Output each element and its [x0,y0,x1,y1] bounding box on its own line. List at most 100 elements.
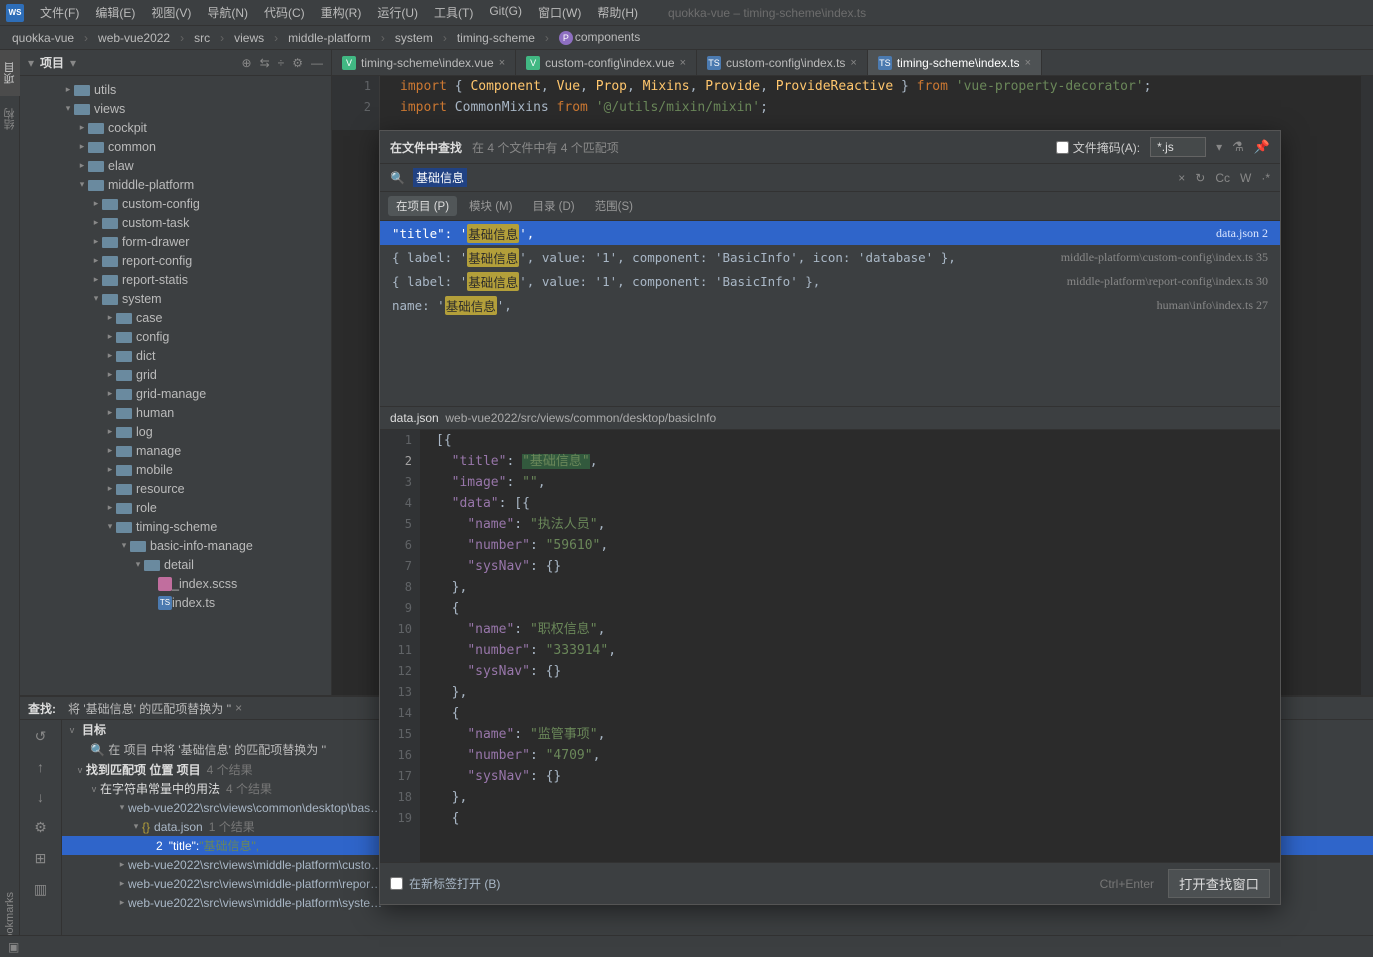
tree-node[interactable]: ▸cockpit [20,118,331,137]
scope-button[interactable]: 模块 (M) [461,196,520,216]
chevron-icon[interactable]: ▸ [62,84,74,95]
sidebar-tool-icon[interactable]: ⇆ [260,56,270,70]
find-tool-icon[interactable]: ⚙ [34,819,47,836]
file-mask-checkbox[interactable]: 文件掩码(A): [1056,139,1140,156]
close-icon[interactable]: × [1025,57,1031,69]
chevron-icon[interactable]: ▸ [90,198,102,209]
editor-content[interactable]: import { Component, Vue, Prop, Mixins, P… [380,76,1151,130]
chevron-icon[interactable]: ▸ [76,141,88,152]
breadcrumb-item[interactable]: timing-scheme [453,31,539,45]
tree-node[interactable]: ▾system [20,289,331,308]
tree-node[interactable]: ▸case [20,308,331,327]
tree-node[interactable]: ▸elaw [20,156,331,175]
chevron-icon[interactable]: ▸ [104,388,116,399]
tree-node[interactable]: ▸manage [20,441,331,460]
editor-tab[interactable]: TStiming-scheme\index.ts× [868,50,1042,75]
tree-node[interactable]: ▸report-statis [20,270,331,289]
menu-item[interactable]: 工具(T) [426,2,481,23]
chevron-icon[interactable]: ▾ [132,559,144,570]
breadcrumb-item[interactable]: views [230,31,268,45]
breadcrumb-item[interactable]: system [391,31,437,45]
scope-button[interactable]: 目录 (D) [524,196,582,216]
chevron-icon[interactable]: ▸ [104,502,116,513]
chevron-icon[interactable]: ▸ [90,255,102,266]
tree-node[interactable]: ▸custom-config [20,194,331,213]
find-tool-icon[interactable]: ↑ [37,759,44,775]
chevron-icon[interactable]: ▸ [90,274,102,285]
menu-item[interactable]: 导航(N) [199,2,256,23]
chevron-icon[interactable]: ▸ [104,464,116,475]
scope-button[interactable]: 在项目 (P) [388,196,457,216]
chevron-icon[interactable]: ▾ [104,521,116,532]
search-result-row[interactable]: { label: '基础信息', value: '1', component: … [380,269,1280,293]
menu-item[interactable]: 编辑(E) [87,2,143,23]
menu-item[interactable]: 文件(F) [32,2,87,23]
menu-item[interactable]: 帮助(H) [589,2,646,23]
tree-node[interactable]: _index.scss [20,574,331,593]
status-icon[interactable]: ▣ [8,940,19,954]
chevron-icon[interactable]: ▸ [90,236,102,247]
tree-node[interactable]: ▸role [20,498,331,517]
tree-node[interactable]: ▸log [20,422,331,441]
search-option-icon[interactable]: Cc [1215,171,1230,185]
open-find-window-button[interactable]: 打开查找窗口 [1168,869,1270,898]
chevron-icon[interactable]: ▸ [104,445,116,456]
tool-tab-project[interactable]: 项目 [0,50,20,96]
tree-node[interactable]: ▸report-config [20,251,331,270]
tree-node[interactable]: ▾views [20,99,331,118]
menu-item[interactable]: 运行(U) [369,2,426,23]
search-option-icon[interactable]: ↻ [1195,171,1205,185]
tree-node[interactable]: ▸common [20,137,331,156]
chevron-icon[interactable]: ▸ [76,160,88,171]
file-mask-input[interactable] [1150,137,1206,157]
menu-item[interactable]: 重构(R) [313,2,370,23]
search-results[interactable]: "title": '基础信息',data.json 2{ label: '基础信… [380,221,1280,406]
tree-node[interactable]: ▸form-drawer [20,232,331,251]
tree-node[interactable]: ▸dict [20,346,331,365]
close-icon[interactable]: × [680,57,686,69]
breadcrumb-item[interactable]: Pcomponents [555,30,644,45]
search-option-icon[interactable]: × [1178,171,1185,185]
chevron-icon[interactable]: ▾ [90,293,102,304]
sidebar-tool-icon[interactable]: ÷ [278,56,285,70]
chevron-icon[interactable]: ▾ [118,540,130,551]
search-result-row[interactable]: name: '基础信息',human\info\index.ts 27 [380,293,1280,317]
tree-node[interactable]: ▸resource [20,479,331,498]
menu-item[interactable]: 窗口(W) [530,2,589,23]
pin-icon[interactable]: 📌 [1254,139,1270,155]
find-tool-icon[interactable]: ↺ [35,728,47,745]
tree-node[interactable]: ▾timing-scheme [20,517,331,536]
chevron-icon[interactable]: ▸ [104,483,116,494]
chevron-icon[interactable]: ▾ [76,179,88,190]
tree-node[interactable]: TSindex.ts [20,593,331,612]
menu-item[interactable]: 代码(C) [256,2,313,23]
tree-node[interactable]: ▸custom-task [20,213,331,232]
chevron-icon[interactable]: ▾ [62,103,74,114]
close-icon[interactable]: × [235,701,242,715]
menu-item[interactable]: 视图(V) [143,2,199,23]
breadcrumb-item[interactable]: web-vue2022 [94,31,174,45]
editor-tab[interactable]: Vtiming-scheme\index.vue× [332,50,516,75]
tree-node[interactable]: ▸grid [20,365,331,384]
chevron-icon[interactable]: ▸ [76,122,88,133]
search-result-row[interactable]: "title": '基础信息',data.json 2 [380,221,1280,245]
sidebar-tool-icon[interactable]: ⚙ [292,56,303,70]
find-tool-icon[interactable]: ⊞ [35,850,47,867]
chevron-icon[interactable]: ▸ [90,217,102,228]
tree-node[interactable]: ▸human [20,403,331,422]
breadcrumb-item[interactable]: quokka-vue [8,31,78,45]
preview-pane[interactable]: 12345678910111213141516171819 [{ "title"… [380,430,1280,862]
search-option-icon[interactable]: W [1240,171,1251,185]
chevron-icon[interactable]: ▸ [104,312,116,323]
filter-icon[interactable]: ⚗ [1232,139,1244,155]
editor-tab[interactable]: Vcustom-config\index.vue× [516,50,697,75]
project-dropdown-icon[interactable]: ▾ [28,56,34,70]
breadcrumb-item[interactable]: middle-platform [284,31,375,45]
chevron-icon[interactable]: ▸ [104,350,116,361]
search-term[interactable]: 基础信息 [413,168,467,187]
chevron-icon[interactable]: ▸ [104,369,116,380]
chevron-icon[interactable]: ▸ [104,331,116,342]
chevron-icon[interactable]: ▸ [104,426,116,437]
search-result-row[interactable]: { label: '基础信息', value: '1', component: … [380,245,1280,269]
sidebar-tool-icon[interactable]: ⊕ [242,56,252,70]
